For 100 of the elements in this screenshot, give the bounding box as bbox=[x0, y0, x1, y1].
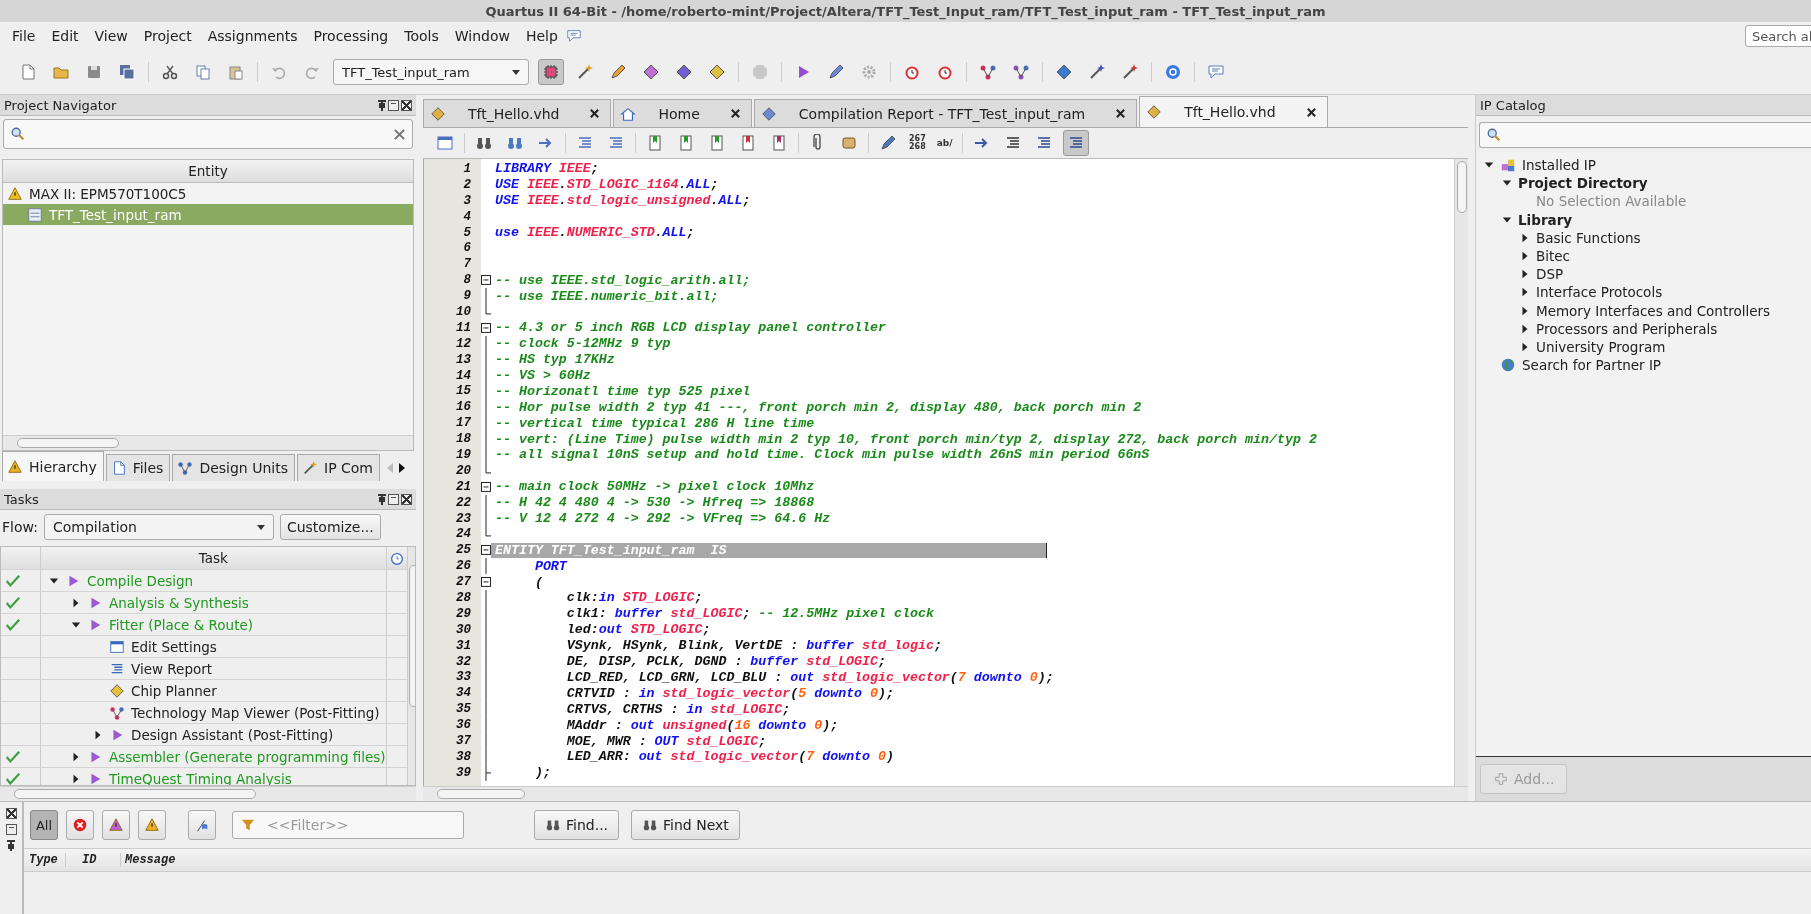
code-line: led:out STD_LOGIC; bbox=[565, 622, 711, 638]
code-line: -- Horizonatl time typ 525 pixel bbox=[494, 383, 751, 399]
column-header[interactable]: Message bbox=[121, 853, 176, 867]
line-number: 17 bbox=[455, 416, 472, 431]
comment-button[interactable]: ab/ bbox=[934, 138, 955, 148]
tree-item[interactable]: MAX II: EPM570T100C5 bbox=[3, 183, 413, 204]
flow-label: Flow: bbox=[2, 519, 38, 535]
code-line: -- VS > 60Hz bbox=[494, 368, 591, 383]
line-number: 18 bbox=[455, 432, 472, 447]
code-line: PORT bbox=[533, 558, 567, 574]
customize-button[interactable]: Customize... bbox=[279, 514, 381, 540]
tab[interactable]: Hierarchy bbox=[2, 451, 104, 481]
revision-dropdown[interactable]: TFT_Test_input_ram bbox=[333, 59, 529, 85]
tree-item[interactable]: DSP bbox=[1536, 266, 1564, 283]
code-line: ); bbox=[533, 765, 551, 781]
panel-title: IP Catalog bbox=[1480, 97, 1546, 113]
editor-tab[interactable]: Tft_Hello.vhd bbox=[423, 99, 612, 127]
tree-item[interactable]: Bitec bbox=[1536, 248, 1571, 265]
line-number: 29 bbox=[455, 606, 472, 621]
line-number: 26 bbox=[455, 559, 472, 574]
line-number: 25 bbox=[455, 543, 472, 558]
code-line: CRTVID : in std_logic_vector(5 downto 0); bbox=[565, 685, 895, 701]
tree-item[interactable]: Project Directory bbox=[1518, 175, 1648, 192]
all-filter-button[interactable]: All bbox=[30, 810, 58, 840]
code-line: USE IEEE.STD_LOGIC_1164.ALL; bbox=[494, 177, 719, 193]
task-item[interactable]: Chip Planner bbox=[131, 682, 217, 699]
flow-dropdown[interactable]: Compilation bbox=[43, 514, 274, 540]
line-number: 3 bbox=[462, 193, 472, 208]
menu-item[interactable]: Assignments bbox=[199, 28, 306, 44]
line-number: 10 bbox=[455, 304, 472, 319]
task-item[interactable]: View Report bbox=[131, 660, 213, 677]
line-number: 35 bbox=[455, 702, 472, 717]
code-line: clk1: buffer std_LOGIC; -- 12.5MHz pixel clock bbox=[565, 606, 934, 622]
task-item[interactable]: Edit Settings bbox=[131, 638, 217, 655]
tab[interactable]: Design Units bbox=[172, 454, 295, 481]
code-line: LED_ARR: out std_logic_vector(7 downto 0) bbox=[565, 749, 895, 765]
line-number: 36 bbox=[455, 718, 472, 733]
column-header[interactable]: Type bbox=[24, 853, 66, 867]
editor-tab[interactable]: Compilation Report - TFT_Test_input_ram bbox=[753, 99, 1138, 127]
code-line: LCD_RED, LCD_GRN, LCD_BLU : out std_logic_vector(7 downto 0); bbox=[565, 669, 1054, 685]
code-line: -- clock 5-12MHz 9 typ bbox=[494, 336, 671, 352]
code-line: MOE, MWR : OUT std_LOGIC; bbox=[565, 733, 767, 749]
code-line: VSynk, HSynk, Blink, VertDE : buffer std_logic; bbox=[565, 638, 942, 654]
line-number: 1 bbox=[462, 161, 472, 176]
tree-item[interactable]: Basic Functions bbox=[1536, 229, 1641, 246]
menu-item[interactable]: Help bbox=[517, 28, 566, 44]
line-number: 21 bbox=[455, 479, 472, 494]
code-line: CRTVS, CRTHS : in std_LOGIC; bbox=[565, 701, 791, 717]
column-header[interactable]: Entity bbox=[3, 160, 413, 183]
task-item[interactable]: Design Assistant (Post-Fitting) bbox=[131, 726, 334, 743]
code-line: -- vert: (Line Time) pulse width min 2 typ 10, front porch min/typ 2, display 272, back porch min/typ 2 bbox=[494, 431, 1317, 447]
menu-item[interactable]: Processing bbox=[305, 28, 397, 44]
line-number: 5 bbox=[462, 225, 472, 240]
go-to-line-button[interactable]: 267 268 bbox=[907, 135, 928, 151]
editor-tab[interactable]: Tft_Hello.vhd bbox=[1139, 96, 1328, 127]
tree-item[interactable]: Library bbox=[1518, 211, 1573, 228]
filter-field[interactable]: <<Filter>> bbox=[232, 811, 464, 839]
line-number: 11 bbox=[455, 320, 472, 335]
tab[interactable]: IP Com bbox=[297, 454, 380, 481]
menu-item[interactable]: Window bbox=[446, 28, 518, 44]
menu-item[interactable]: View bbox=[86, 28, 136, 44]
line-number: 22 bbox=[455, 495, 472, 510]
panel-title: Project Navigator bbox=[4, 97, 117, 113]
search-field[interactable]: Search al bbox=[1745, 25, 1811, 47]
menu-item[interactable]: Tools bbox=[396, 28, 447, 44]
line-number: 27 bbox=[455, 575, 472, 590]
find-button[interactable]: Find... bbox=[534, 810, 620, 840]
tree-item[interactable]: Interface Protocols bbox=[1536, 284, 1663, 301]
line-number: 39 bbox=[455, 765, 472, 780]
line-number: 2 bbox=[462, 177, 472, 192]
tree-item[interactable]: Search for Partner IP bbox=[1522, 357, 1661, 374]
menu-item[interactable]: File bbox=[4, 28, 44, 44]
line-number: 12 bbox=[455, 336, 472, 351]
line-number: 6 bbox=[462, 241, 472, 256]
line-number: 31 bbox=[455, 638, 472, 653]
menu-item[interactable]: Project bbox=[135, 28, 200, 44]
code-line: -- HS typ 17KHz bbox=[494, 352, 615, 368]
line-number: 13 bbox=[455, 352, 472, 367]
column-header[interactable]: ID bbox=[66, 853, 121, 867]
code-line: -- V 12 4 272 4 -> 292 -> VFreq => 64.6 Hz bbox=[494, 511, 831, 527]
tree-item[interactable]: Memory Interfaces and Controllers bbox=[1536, 302, 1771, 319]
line-number: 15 bbox=[455, 384, 472, 399]
task-item[interactable]: Technology Map Viewer (Post-Fitting) bbox=[131, 704, 380, 721]
line-number: 20 bbox=[455, 463, 472, 478]
window-title: Quartus II 64-Bit - /home/roberto-mint/Project/Altera/TFT_Test_Input_ram/TFT_Test_input_ram - TFT_Test_input_ram bbox=[485, 3, 1326, 19]
code-line: -- use IEEE.numeric_bit.all; bbox=[494, 288, 719, 304]
find-next-button[interactable]: Find Next bbox=[631, 810, 740, 840]
tree-item[interactable]: Processors and Peripherals bbox=[1536, 320, 1718, 337]
code-line: ( bbox=[533, 574, 543, 590]
tab[interactable]: Files bbox=[105, 454, 171, 481]
line-number: 24 bbox=[455, 527, 472, 542]
line-number: 34 bbox=[455, 686, 472, 701]
menu-item[interactable]: Edit bbox=[43, 28, 87, 44]
line-number: 16 bbox=[455, 400, 472, 415]
tree-item[interactable]: University Program bbox=[1536, 338, 1666, 355]
line-number: 7 bbox=[462, 257, 472, 272]
code-line: -- all signal 10nS setup and hold time. Clock min pulse width 26nS min period 66nS bbox=[494, 447, 1150, 463]
tree-item[interactable]: Installed IP bbox=[1522, 157, 1596, 174]
code-line: -- Hor pulse width 2 typ 41 ---, front porch min 2, display 480, back porch min 2 bbox=[494, 399, 1142, 415]
editor-tab[interactable]: Home bbox=[613, 99, 752, 127]
